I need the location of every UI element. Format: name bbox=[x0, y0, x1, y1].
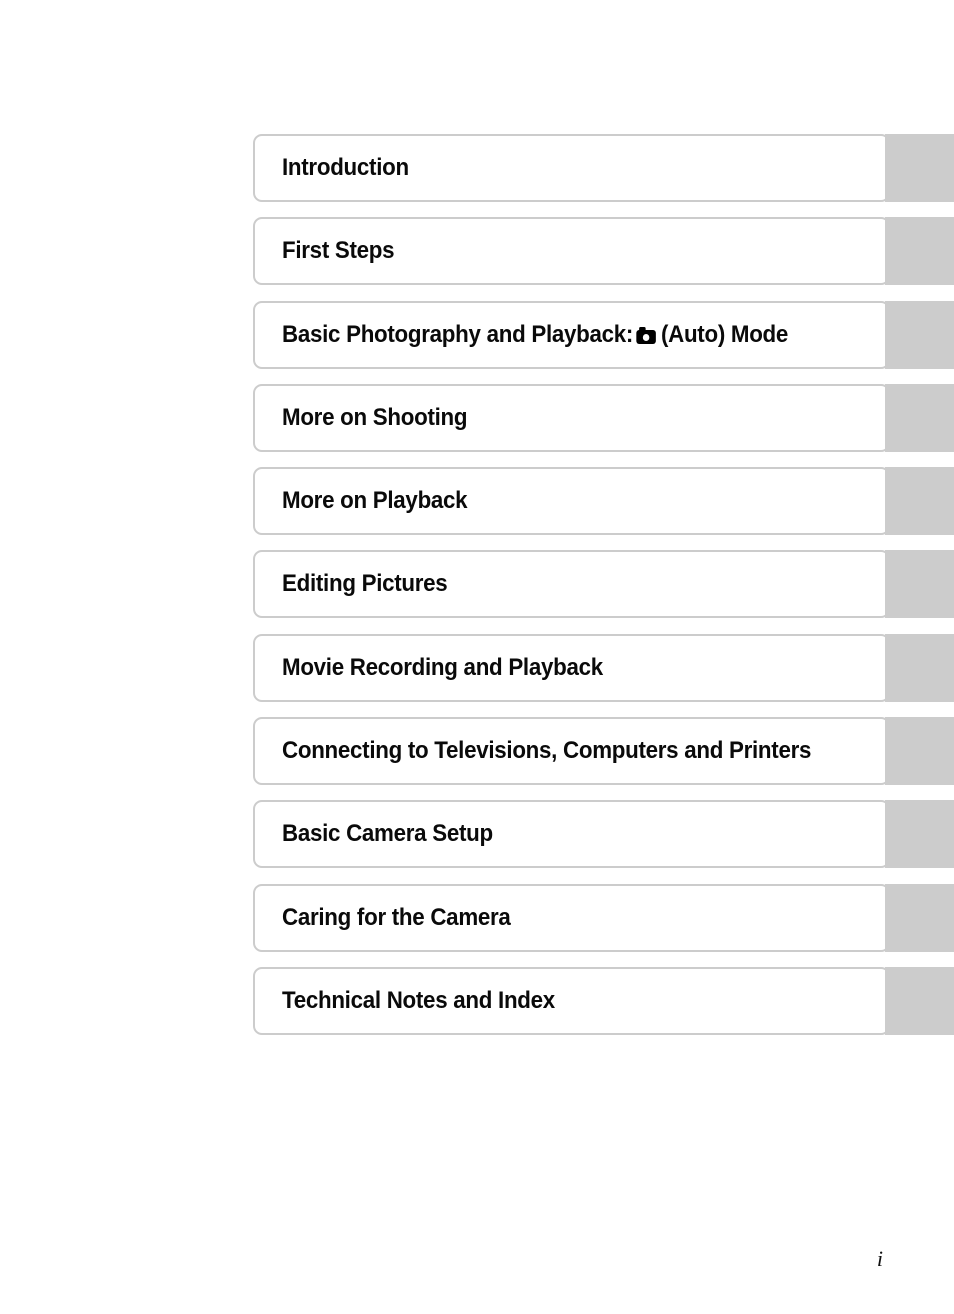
chapter-title-text: Technical Notes and Index bbox=[282, 986, 555, 1014]
chapter-row[interactable]: Introduction bbox=[253, 134, 954, 202]
chapter-thumb-tab[interactable] bbox=[890, 383, 954, 452]
chapter-title-text: More on Shooting bbox=[282, 403, 468, 431]
chapter-title-text: Connecting to Televisions, Computers and… bbox=[282, 737, 812, 765]
chapter-title: Caring for the Camera bbox=[282, 903, 511, 931]
chapter-title: Basic Photography and Playback: (Auto) Mo… bbox=[282, 320, 789, 348]
chapter-panel[interactable]: Movie Recording and Playback bbox=[253, 633, 891, 702]
chapter-title: First Steps bbox=[282, 237, 395, 265]
chapter-panel[interactable]: Caring for the Camera bbox=[253, 883, 891, 952]
chapter-panel[interactable]: Basic Photography and Playback: (Auto) Mo… bbox=[253, 300, 891, 369]
chapter-panel[interactable]: More on Shooting bbox=[253, 383, 891, 452]
chapter-title-text: First Steps bbox=[282, 237, 395, 265]
chapter-row[interactable]: Connecting to Televisions, Computers and… bbox=[253, 717, 954, 786]
chapter-thumb-tab[interactable] bbox=[890, 966, 954, 1035]
chapter-title-text: Basic Camera Setup bbox=[282, 820, 493, 848]
chapter-row[interactable]: More on Shooting bbox=[253, 383, 954, 452]
chapter-title: Introduction bbox=[282, 156, 409, 180]
chapter-thumb-tab[interactable] bbox=[890, 467, 954, 536]
chapter-panel[interactable]: More on Playback bbox=[253, 467, 891, 536]
chapter-title: More on Shooting bbox=[282, 403, 468, 431]
chapter-title: Editing Pictures bbox=[282, 570, 448, 598]
chapter-title: Basic Camera Setup bbox=[282, 822, 493, 846]
chapter-panel[interactable]: First Steps bbox=[253, 217, 891, 286]
chapter-title-text: Basic Photography and Playback: bbox=[282, 320, 634, 348]
chapter-index-list: Introduction First Steps Basic Photography… bbox=[253, 134, 954, 1050]
chapter-row[interactable]: Movie Recording and Playback bbox=[253, 633, 954, 702]
chapter-row[interactable]: More on Playback bbox=[253, 467, 954, 536]
chapter-thumb-tab[interactable] bbox=[890, 550, 954, 619]
chapter-title-text: Movie Recording and Playback bbox=[282, 653, 603, 681]
chapter-panel[interactable]: Introduction bbox=[253, 134, 891, 202]
chapter-thumb-tab[interactable] bbox=[890, 800, 954, 869]
chapter-title: Connecting to Televisions, Computers and… bbox=[282, 739, 811, 763]
chapter-thumb-tab[interactable] bbox=[890, 134, 954, 202]
chapter-title-text-suffix: (Auto) Mode bbox=[660, 320, 789, 348]
chapter-title: More on Playback bbox=[282, 487, 468, 515]
chapter-row[interactable]: Editing Pictures bbox=[253, 550, 954, 619]
camera-icon bbox=[636, 327, 657, 345]
chapter-thumb-tab[interactable] bbox=[890, 717, 954, 786]
chapter-thumb-tab[interactable] bbox=[890, 300, 954, 369]
chapter-title-text: Introduction bbox=[282, 154, 409, 181]
chapter-row[interactable]: Basic Photography and Playback: (Auto) Mo… bbox=[253, 300, 954, 369]
chapter-thumb-tab[interactable] bbox=[890, 217, 954, 286]
chapter-title: Technical Notes and Index bbox=[282, 986, 555, 1014]
chapter-panel[interactable]: Basic Camera Setup bbox=[253, 800, 891, 869]
chapter-panel[interactable]: Editing Pictures bbox=[253, 550, 891, 619]
manual-page: Introduction First Steps Basic Photography… bbox=[0, 0, 954, 1314]
chapter-panel[interactable]: Connecting to Televisions, Computers and… bbox=[253, 717, 891, 786]
chapter-row[interactable]: First Steps bbox=[253, 217, 954, 286]
chapter-thumb-tab[interactable] bbox=[890, 633, 954, 702]
chapter-row[interactable]: Technical Notes and Index bbox=[253, 966, 954, 1035]
chapter-row[interactable]: Basic Camera Setup bbox=[253, 800, 954, 869]
chapter-title-text: More on Playback bbox=[282, 487, 468, 515]
chapter-title: Movie Recording and Playback bbox=[282, 653, 603, 681]
page-number: i bbox=[876, 1246, 883, 1271]
chapter-panel[interactable]: Technical Notes and Index bbox=[253, 966, 891, 1035]
chapter-thumb-tab[interactable] bbox=[890, 883, 954, 952]
chapter-row[interactable]: Caring for the Camera bbox=[253, 883, 954, 952]
chapter-title-text: Editing Pictures bbox=[282, 570, 448, 598]
chapter-title-text: Caring for the Camera bbox=[282, 903, 511, 931]
